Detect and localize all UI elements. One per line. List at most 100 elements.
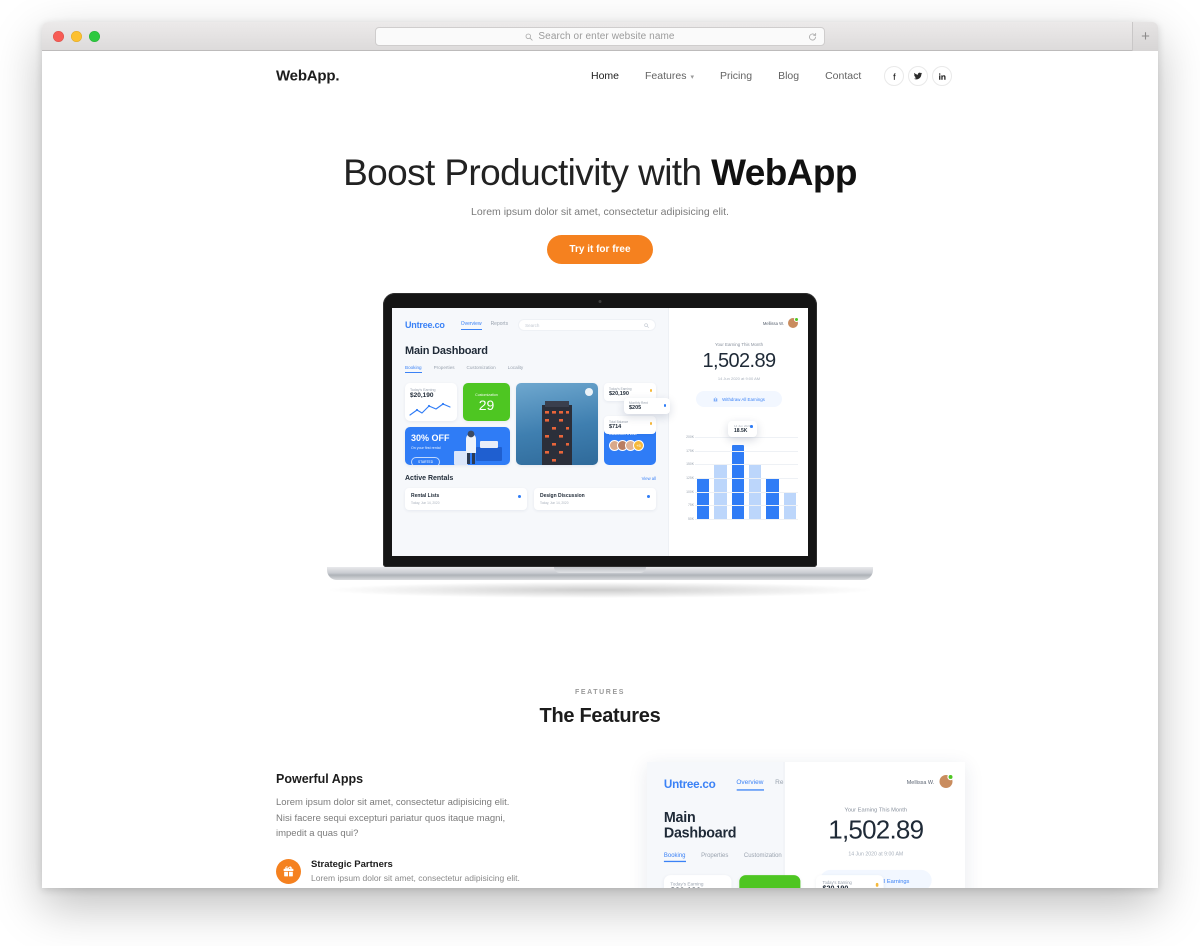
- chart-y-tick: 175K: [686, 448, 694, 453]
- feature-dashboard-image: Untree.co Overview Reports Search: [647, 762, 965, 888]
- feature-paragraph: Lorem ipsum dolor sit amet, consectetur …: [276, 797, 510, 840]
- mini-earning-value: $20,190: [609, 391, 629, 397]
- chart-bar[interactable]: [766, 478, 779, 519]
- chart-y-tick: 50K: [687, 517, 694, 521]
- tab-overview[interactable]: Overview: [460, 321, 482, 330]
- user-profile[interactable]: Mellissa W.: [680, 317, 799, 328]
- chart-grid-line: [695, 450, 798, 452]
- minimize-window-button[interactable]: [71, 30, 82, 42]
- subtab-booking-preview: Booking: [663, 852, 686, 863]
- card-offer-promo[interactable]: 30% OFF On your first rental STARTED Cop…: [405, 427, 510, 465]
- dashboard-side-panel-preview: Mellissa W. Your Earning This Month 1,50…: [783, 762, 965, 888]
- mini-card-monthly-rent[interactable]: Monthly Rent $205: [624, 398, 670, 414]
- dashboard-app: Untree.co Overview Reports Search Main D…: [392, 308, 808, 556]
- earning-value-preview: 1,502.89: [828, 816, 924, 846]
- chart-bar[interactable]: [697, 478, 710, 519]
- chart-grid-line: [695, 464, 798, 466]
- new-tab-button[interactable]: +: [1132, 22, 1158, 51]
- mini-card-total-balance[interactable]: Total Balance $714: [604, 416, 656, 434]
- earning-date: 14 Jun 2020 at 9:00 AM: [717, 376, 761, 381]
- avatar: [788, 317, 799, 328]
- earning-label: Your Earning This Month: [714, 342, 764, 347]
- chart-y-axis: 200K 175K 150K 125K 100K 75K 50K: [680, 435, 695, 521]
- list-item[interactable]: Rental Lists Today, Jun 14, 2020: [405, 488, 527, 510]
- chart-grid-line: [695, 519, 798, 520]
- user-name-preview: Mellissa W.: [906, 778, 935, 785]
- features-body: Powerful Apps Lorem ipsum dolor sit amet…: [42, 762, 1158, 888]
- rental-name: Design Discussion: [540, 493, 585, 499]
- dashboard-cards-grid: Today's Earning $20,190 Customization 29…: [405, 383, 670, 465]
- card-earning-value: $20,190: [410, 392, 434, 399]
- subtab-customization[interactable]: Customization: [467, 365, 496, 373]
- feature-text-column: Powerful Apps Lorem ipsum dolor sit amet…: [276, 772, 526, 885]
- dashboard-top-tabs: Overview Reports: [460, 321, 509, 330]
- card-customization[interactable]: Customization 29: [463, 383, 510, 421]
- expand-icon[interactable]: [585, 388, 593, 396]
- rental-date: Today, Jun 14, 2020: [411, 501, 440, 505]
- page-title: Boost Productivity with WebApp: [42, 153, 1158, 193]
- features-title: The Features: [539, 705, 661, 727]
- dashboard-cards-grid-preview: Today's Earning $20,190 Customization 29: [663, 875, 884, 888]
- window-controls: [42, 30, 100, 42]
- active-rentals-list: Rental Lists Today, Jun 14, 2020 Design …: [405, 488, 656, 510]
- card-todays-earning-preview: Today's Earning $20,190: [663, 875, 732, 888]
- card-customization-label-preview: Customization: [755, 887, 785, 888]
- chart-grid-line: [695, 505, 798, 507]
- laptop-lid: Untree.co Overview Reports Search Main D…: [383, 293, 817, 567]
- dashboard-main-preview: Untree.co Overview Reports Search: [647, 762, 884, 888]
- laptop-base: [327, 567, 873, 580]
- dashboard-title: Main Dashboard: [405, 345, 488, 357]
- close-window-button[interactable]: [53, 30, 64, 42]
- nav-link-contact[interactable]: Contact: [812, 70, 874, 82]
- customer-avatars: +5: [609, 440, 651, 451]
- maximize-window-button[interactable]: [89, 30, 100, 42]
- nav-link-pricing[interactable]: Pricing: [707, 70, 765, 82]
- address-bar[interactable]: Search or enter website name: [375, 27, 825, 46]
- page-content: WebApp. Home Features ▾ Pricing Blog Con…: [42, 51, 1158, 888]
- status-dot-icon: [649, 389, 652, 392]
- chevron-down-icon: ▾: [690, 74, 694, 81]
- status-dot-icon: [647, 495, 650, 498]
- dashboard-logo[interactable]: Untree.co: [405, 320, 445, 330]
- card-todays-earning[interactable]: Today's Earning $20,190: [405, 383, 457, 421]
- mini-card-todays-earning[interactable]: Today's Earning $20,190 Monthly Rent $20…: [604, 383, 670, 414]
- brand-logo[interactable]: WebApp.: [276, 68, 340, 85]
- subtab-properties[interactable]: Properties: [434, 365, 455, 373]
- laptop-screen: Untree.co Overview Reports Search Main D…: [392, 308, 808, 556]
- nav-link-blog[interactable]: Blog: [765, 70, 812, 82]
- withdraw-all-earnings-button[interactable]: Withdraw All Earnings: [696, 391, 782, 407]
- card-building-image[interactable]: [516, 383, 598, 465]
- chart-y-tick: 150K: [686, 462, 694, 467]
- offer-started-button[interactable]: STARTED: [411, 457, 441, 465]
- twitter-icon[interactable]: [908, 66, 929, 86]
- monthly-rent-value: $205: [629, 405, 642, 411]
- hero-subtitle: Lorem ipsum dolor sit amet, consectetur …: [471, 205, 729, 218]
- avatar-more-count[interactable]: +5: [633, 440, 644, 451]
- status-dot-icon: [649, 422, 652, 425]
- site-navigation: WebApp. Home Features ▾ Pricing Blog Con…: [42, 51, 1158, 101]
- reload-icon[interactable]: [808, 32, 817, 41]
- nav-link-features[interactable]: Features ▾: [632, 70, 707, 82]
- subtab-booking[interactable]: Booking: [405, 365, 422, 373]
- feature-item-text: Lorem ipsum dolor sit amet, consectetur …: [311, 873, 520, 884]
- tooltip-dot-icon: [750, 425, 753, 428]
- facebook-icon[interactable]: [884, 66, 905, 86]
- user-profile-preview: Mellissa W.: [799, 773, 954, 788]
- dashboard-sub-tabs-preview: Booking Properties Customization Localit…: [663, 852, 818, 863]
- nav-link-features-label: Features: [645, 70, 687, 82]
- view-all-link[interactable]: View all: [642, 476, 656, 481]
- dashboard-search-input[interactable]: Search: [518, 319, 656, 331]
- tab-reports[interactable]: Reports: [491, 321, 509, 330]
- bank-icon: [713, 397, 718, 401]
- feature-item-strategic-partners[interactable]: Strategic Partners Lorem ipsum dolor sit…: [276, 859, 526, 885]
- nav-link-home[interactable]: Home: [578, 70, 632, 82]
- try-it-for-free-button[interactable]: Try it for free: [547, 234, 653, 264]
- nav-link-home-label: Home: [591, 70, 620, 82]
- subtab-locality[interactable]: Locality: [508, 365, 524, 373]
- tooltip-value: 18.5K: [734, 428, 748, 434]
- chart-bar[interactable]: [731, 445, 744, 519]
- list-item[interactable]: Design Discussion Today, Jun 14, 2020: [534, 488, 656, 510]
- earnings-bar-chart: 14 Jun 2020 18.5K 200K 175K 150K 125K 100K 75…: [680, 421, 798, 521]
- linkedin-icon[interactable]: [932, 66, 953, 86]
- dashboard-search-placeholder: Search: [525, 322, 540, 328]
